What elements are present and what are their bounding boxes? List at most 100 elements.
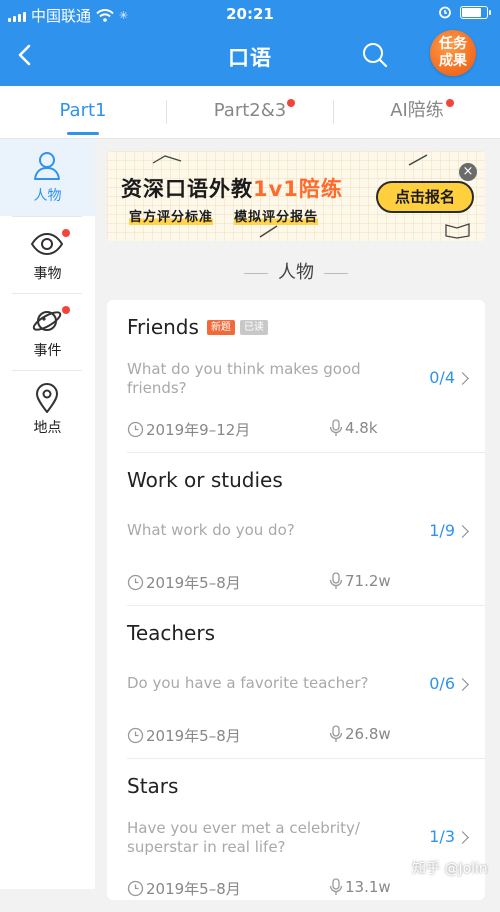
promo-banner[interactable]: 资深口语外教1v1陪练 官方评分标准 模拟评分报告 点击报名 ×	[107, 151, 485, 241]
signup-button[interactable]: 点击报名	[376, 181, 474, 213]
banner-subline: 官方评分标准 模拟评分报告	[129, 206, 319, 225]
section-title: 人物	[278, 262, 314, 283]
clock-icon	[127, 421, 144, 438]
battery-level	[462, 7, 481, 17]
topic-item[interactable]: Work or studies What work do you do? 1/9…	[107, 453, 485, 606]
topic-plays-text: 71.2w	[345, 572, 391, 590]
sidebar-item-people[interactable]: 人物	[0, 139, 95, 216]
notification-dot	[62, 306, 70, 314]
page-title: 口语	[228, 46, 272, 70]
topic-title: Friends 新题 已读	[127, 315, 268, 339]
microphone-icon	[329, 725, 343, 742]
close-icon[interactable]: ×	[459, 163, 477, 181]
status-right	[438, 5, 491, 19]
chevron-right-icon	[456, 678, 469, 691]
pencil-icon	[259, 225, 278, 238]
topic-date-text: 2019年9–12月	[146, 421, 251, 439]
topic-date: 2019年5–8月	[127, 725, 241, 746]
topic-item[interactable]: Teachers Do you have a favorite teacher?…	[107, 606, 485, 759]
eye-icon	[30, 232, 64, 256]
sidebar-item-label: 人物	[33, 188, 62, 204]
tab-label: AI陪练	[390, 100, 444, 121]
tab-label: Part1	[59, 100, 107, 121]
watermark: 知乎 @Jolin	[412, 861, 488, 877]
sidebar-item-places[interactable]: 地点	[0, 371, 95, 448]
notification-dot	[62, 229, 70, 237]
topic-item[interactable]: Friends 新题 已读 What do you think makes go…	[107, 300, 485, 453]
topic-name: Stars	[127, 774, 179, 798]
topic-plays-text: 26.8w	[345, 725, 391, 743]
topic-name: Work or studies	[127, 468, 283, 492]
read-badge: 已读	[239, 319, 268, 335]
divider	[324, 272, 348, 274]
pencil-icon	[408, 154, 428, 166]
banner-subline-a: 官方评分标准	[129, 210, 214, 225]
topic-title: Stars	[127, 774, 178, 798]
sidebar-item-label: 事件	[33, 343, 62, 359]
sidebar-item-label: 事物	[33, 266, 62, 282]
topic-question: Have you ever met a celebrity/ superstar…	[127, 819, 360, 856]
topic-progress[interactable]: 1/9	[429, 521, 455, 540]
tab-part1[interactable]: Part1	[0, 86, 166, 138]
notification-dot	[287, 99, 295, 107]
clock-icon	[127, 727, 144, 744]
topic-name: Teachers	[127, 621, 215, 645]
topic-date-text: 2019年5–8月	[146, 574, 241, 592]
topic-progress[interactable]: 1/3	[429, 827, 455, 846]
notification-dot	[446, 99, 454, 107]
section-header: 人物	[107, 258, 485, 284]
tab-bar: Part1 Part2&3 AI陪练	[0, 86, 500, 139]
microphone-icon	[329, 878, 343, 895]
category-sidebar: 人物 事物 事件 地点	[0, 139, 95, 889]
app-header: 中国联通 ✳ 20:21 口语 任务 成果	[0, 0, 500, 86]
sidebar-item-events[interactable]: 事件	[0, 294, 95, 371]
topic-item[interactable]: Stars Have you ever met a celebrity/ sup…	[107, 759, 485, 912]
banner-headline-highlight: 1v1陪练	[253, 177, 343, 201]
banner-headline-main: 资深口语外教	[121, 177, 253, 201]
search-button[interactable]	[360, 40, 390, 70]
status-time: 20:21	[226, 5, 274, 23]
status-bar: 中国联通 ✳ 20:21	[0, 0, 500, 28]
divider	[244, 272, 268, 274]
topic-date-text: 2019年5–8月	[146, 727, 241, 745]
topic-plays: 13.1w	[329, 878, 391, 896]
topic-plays-text: 4.8k	[345, 419, 378, 437]
doodle-icon	[152, 155, 182, 164]
location-pin-icon	[36, 383, 58, 413]
sidebar-item-things[interactable]: 事物	[0, 217, 95, 294]
tab-label: Part2&3	[213, 100, 287, 121]
topic-question: Do you have a favorite teacher?	[127, 674, 369, 692]
topic-list: Friends 新题 已读 What do you think makes go…	[107, 300, 485, 900]
tab-part2-3[interactable]: Part2&3	[167, 86, 333, 138]
banner-subline-b: 模拟评分报告	[234, 210, 319, 225]
chevron-right-icon	[456, 525, 469, 538]
tab-ai-practice[interactable]: AI陪练	[334, 86, 500, 138]
task-results-label: 任务 成果	[439, 36, 467, 69]
new-badge: 新题	[206, 319, 235, 335]
microphone-icon	[329, 572, 343, 589]
task-results-button[interactable]: 任务 成果	[430, 30, 476, 76]
person-icon	[34, 152, 60, 180]
chevron-right-icon	[456, 372, 469, 385]
topic-date: 2019年5–8月	[127, 572, 241, 593]
book-icon	[445, 223, 470, 239]
chevron-right-icon	[456, 831, 469, 844]
clock-icon	[127, 574, 144, 591]
topic-title: Work or studies	[127, 468, 283, 492]
topic-question: What work do you do?	[127, 521, 295, 539]
topic-question: What do you think makes good friends?	[127, 360, 361, 397]
topic-title: Teachers	[127, 621, 215, 645]
banner-headline: 资深口语外教1v1陪练	[121, 173, 343, 203]
microphone-icon	[329, 419, 343, 436]
topic-plays-text: 13.1w	[345, 878, 391, 896]
battery-icon	[460, 5, 491, 19]
alarm-icon	[439, 6, 451, 19]
topic-progress[interactable]: 0/6	[429, 674, 455, 693]
sidebar-item-label: 地点	[33, 420, 62, 436]
topic-plays: 4.8k	[329, 419, 378, 437]
topic-plays: 71.2w	[329, 572, 391, 590]
topic-progress[interactable]: 0/4	[429, 368, 455, 387]
topic-date: 2019年9–12月	[127, 419, 250, 440]
active-tab-indicator	[67, 132, 99, 135]
topic-name: Friends	[127, 315, 199, 339]
